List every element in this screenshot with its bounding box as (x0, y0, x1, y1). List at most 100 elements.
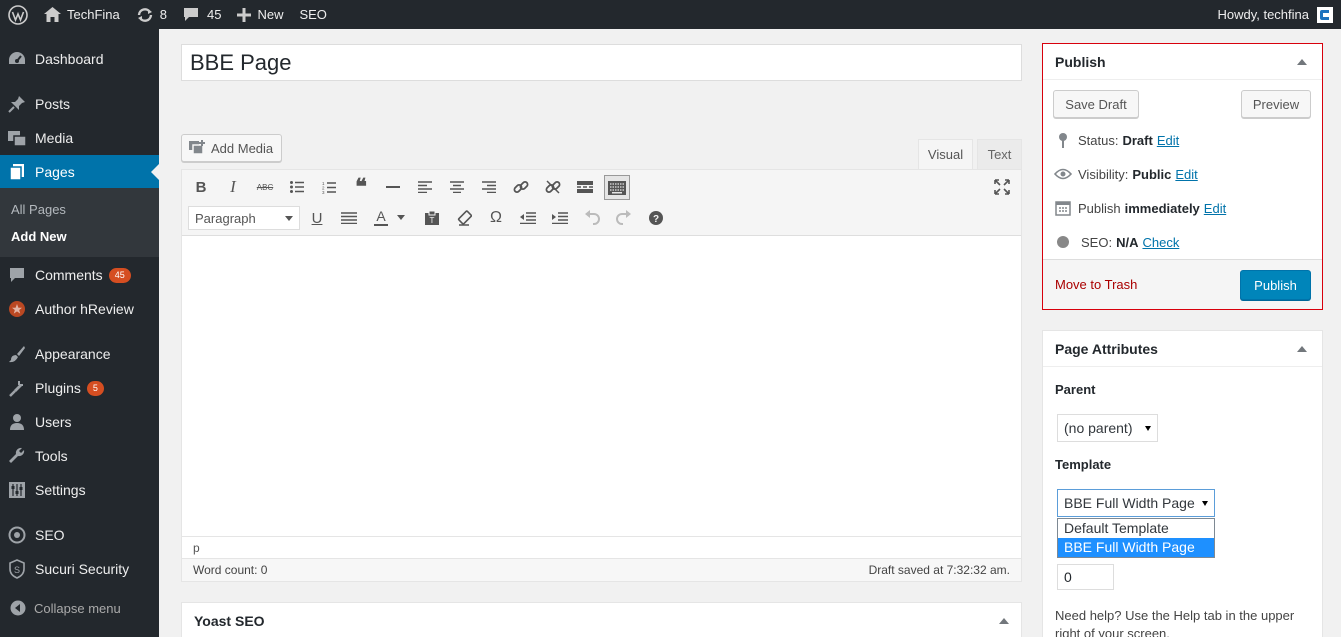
undo-icon[interactable] (580, 206, 604, 230)
menu-pages[interactable]: Pages (0, 155, 159, 189)
seo-row: SEO: N/A Check (1054, 233, 1179, 251)
help-icon[interactable]: ? (644, 206, 668, 230)
template-option[interactable]: BBE Full Width Page (1058, 538, 1214, 557)
svg-text:?: ? (653, 214, 659, 225)
menu-dashboard[interactable]: Dashboard (0, 42, 159, 76)
paste-as-text-icon[interactable]: T (420, 206, 444, 230)
publish-box-title[interactable]: Publish (1043, 44, 1322, 80)
new-content-link[interactable]: New (229, 0, 291, 29)
comments-badge: 45 (108, 267, 131, 283)
menu-label: Settings (35, 482, 86, 498)
toolbar-toggle-icon[interactable] (604, 175, 630, 200)
schedule-label: Publish (1078, 200, 1121, 216)
template-select-value: BBE Full Width Page (1064, 495, 1195, 511)
svg-text:A: A (376, 209, 386, 224)
submenu-all-pages[interactable]: All Pages (11, 202, 66, 217)
text-color-dropdown-icon[interactable] (394, 206, 408, 230)
clear-formatting-icon[interactable] (452, 206, 476, 230)
order-input[interactable]: 0 (1057, 564, 1114, 590)
visibility-label: Visibility: (1078, 166, 1129, 182)
template-select[interactable]: BBE Full Width Page (1057, 489, 1215, 517)
seo-check-link[interactable]: Check (1142, 235, 1179, 250)
strikethrough-icon[interactable]: ABC (253, 175, 277, 199)
pushpin-icon (7, 94, 27, 114)
page-attributes-title[interactable]: Page Attributes (1043, 331, 1322, 367)
menu-comments[interactable]: Comments 45 (0, 258, 159, 292)
menu-sucuri-security[interactable]: S Sucuri Security (0, 552, 159, 586)
format-select-value: Paragraph (195, 210, 256, 226)
toggle-arrow-icon[interactable] (1297, 346, 1307, 352)
star-badge-icon (7, 299, 27, 319)
save-draft-button[interactable]: Save Draft (1053, 90, 1139, 118)
menu-posts[interactable]: Posts (0, 87, 159, 121)
menu-seo[interactable]: SEO (0, 518, 159, 552)
move-to-trash-link[interactable]: Move to Trash (1055, 277, 1137, 292)
toggle-arrow-icon[interactable] (999, 618, 1009, 624)
comments-link[interactable]: 45 (175, 0, 229, 29)
menu-tools[interactable]: Tools (0, 439, 159, 473)
account-menu[interactable]: Howdy, techfina (1209, 0, 1337, 29)
submenu-add-new[interactable]: Add New (11, 229, 67, 244)
outdent-icon[interactable] (516, 206, 540, 230)
indent-icon[interactable] (548, 206, 572, 230)
parent-select[interactable]: (no parent) (1057, 414, 1158, 442)
toggle-arrow-icon[interactable] (1297, 59, 1307, 65)
fullscreen-icon[interactable] (990, 175, 1014, 199)
menu-label: Appearance (35, 346, 111, 362)
read-more-icon[interactable] (573, 175, 597, 199)
visibility-row: Visibility: Public Edit (1054, 165, 1198, 183)
content-editor: B I ABC 123 ❝ Paragraph U A T Ω ? p Word… (181, 169, 1022, 582)
bulleted-list-icon[interactable] (285, 175, 309, 199)
menu-label: Author hReview (35, 301, 134, 317)
text-color-icon[interactable]: A (369, 206, 393, 230)
align-left-icon[interactable] (413, 175, 437, 199)
insert-link-icon[interactable] (509, 175, 533, 199)
publish-button[interactable]: Publish (1240, 270, 1311, 300)
template-label: Template (1055, 457, 1112, 472)
bold-icon[interactable]: B (189, 175, 213, 199)
template-option[interactable]: Default Template (1058, 519, 1214, 538)
edit-status-link[interactable]: Edit (1157, 133, 1179, 148)
refresh-icon (136, 7, 154, 23)
element-path[interactable]: p (182, 536, 1021, 558)
wordpress-logo-icon[interactable] (0, 0, 36, 29)
horizontal-line-icon[interactable] (381, 175, 405, 199)
yoast-seo-title[interactable]: Yoast SEO (194, 613, 265, 629)
menu-settings[interactable]: Settings (0, 473, 159, 507)
plus-icon (237, 7, 252, 22)
tab-visual[interactable]: Visual (918, 139, 973, 169)
add-media-icon (188, 140, 206, 156)
collapse-label: Collapse menu (34, 600, 121, 616)
special-character-icon[interactable]: Ω (484, 206, 508, 230)
add-media-button[interactable]: Add Media (181, 134, 283, 162)
comment-bubble-icon (183, 7, 199, 22)
post-title-input[interactable]: BBE Page (181, 44, 1022, 81)
collapse-menu-button[interactable]: Collapse menu (0, 593, 159, 623)
menu-media[interactable]: Media (0, 121, 159, 155)
publish-box: Publish Save Draft Preview Status: Draft… (1042, 43, 1323, 310)
preview-button[interactable]: Preview (1241, 90, 1311, 118)
redo-icon[interactable] (612, 206, 636, 230)
remove-link-icon[interactable] (541, 175, 565, 199)
menu-users[interactable]: Users (0, 405, 159, 439)
format-select[interactable]: Paragraph (188, 206, 300, 230)
numbered-list-icon[interactable]: 123 (317, 175, 341, 199)
edit-schedule-link[interactable]: Edit (1204, 201, 1226, 216)
align-right-icon[interactable] (477, 175, 501, 199)
seo-value: N/A (1116, 234, 1139, 250)
updates-link[interactable]: 8 (128, 0, 175, 29)
editor-content-area[interactable] (182, 236, 1021, 536)
seo-menu-link[interactable]: SEO (291, 0, 334, 29)
blockquote-icon[interactable]: ❝ (349, 174, 373, 199)
align-center-icon[interactable] (445, 175, 469, 199)
eye-icon (1054, 165, 1072, 183)
underline-icon[interactable]: U (305, 206, 329, 230)
justify-icon[interactable] (337, 206, 361, 230)
italic-icon[interactable]: I (221, 175, 245, 199)
tab-text[interactable]: Text (977, 139, 1022, 169)
site-name-link[interactable]: TechFina (36, 0, 128, 29)
menu-plugins[interactable]: Plugins 5 (0, 371, 159, 405)
edit-visibility-link[interactable]: Edit (1175, 167, 1197, 182)
menu-author-hreview[interactable]: Author hReview (0, 292, 159, 326)
menu-appearance[interactable]: Appearance (0, 337, 159, 371)
